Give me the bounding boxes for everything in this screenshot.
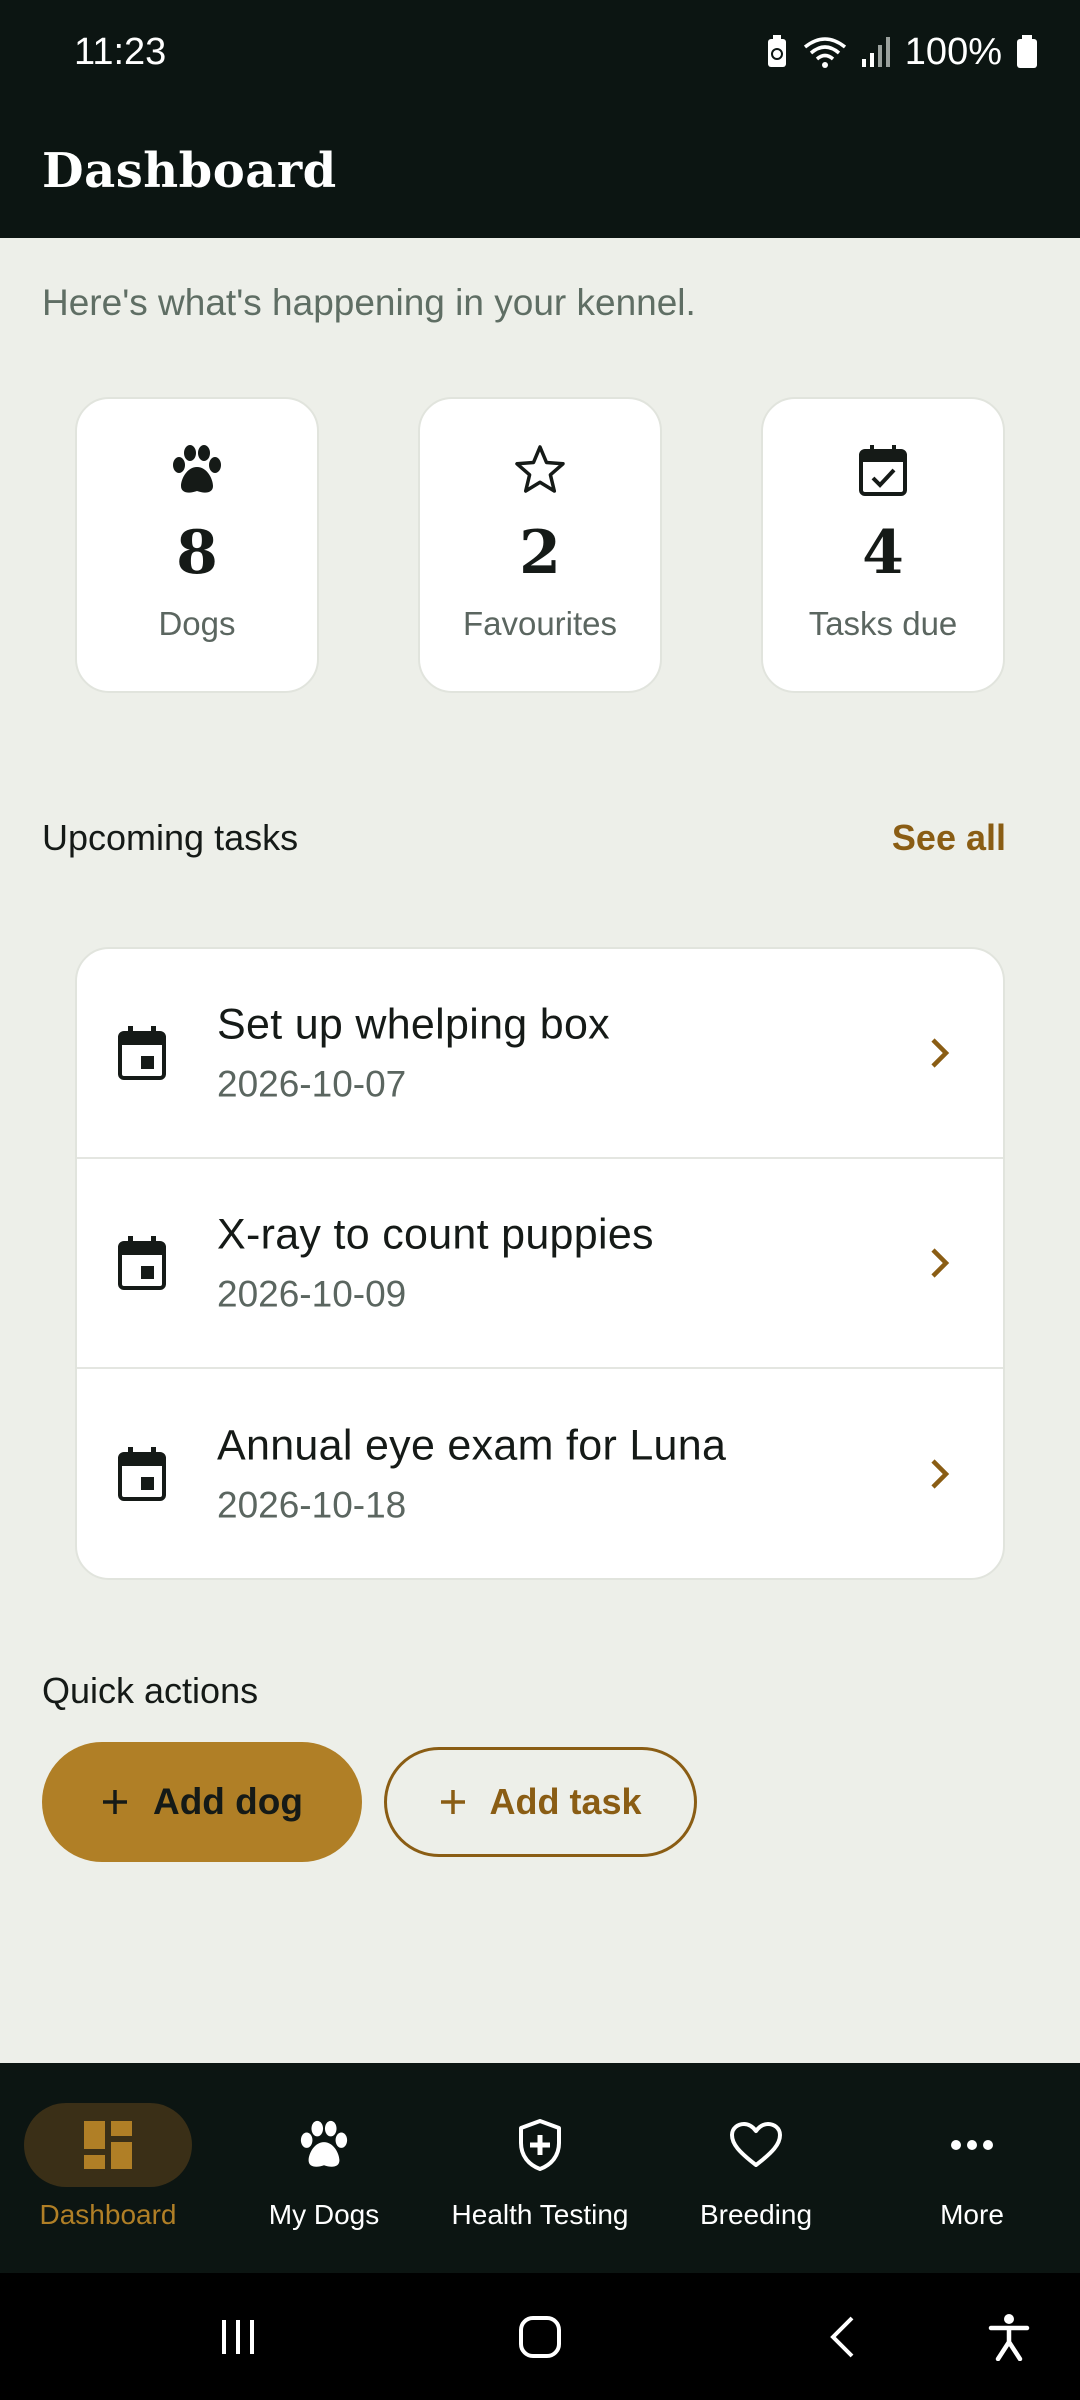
nav-item-breeding[interactable]: Breeding bbox=[648, 2063, 864, 2273]
task-item[interactable]: Annual eye exam for Luna 2026-10-18 bbox=[77, 1369, 1003, 1578]
signal-icon bbox=[861, 37, 890, 67]
nav-label: My Dogs bbox=[268, 2199, 380, 2230]
heart-icon bbox=[730, 2122, 782, 2167]
stat-label: Favourites bbox=[462, 605, 618, 642]
quick-actions: Add dog Add task bbox=[42, 1742, 697, 1862]
task-item[interactable]: X-ray to count puppies 2026-10-09 bbox=[77, 1159, 1003, 1369]
wifi-icon bbox=[803, 37, 846, 68]
add-dog-label: Add dog bbox=[152, 1781, 303, 1822]
page-title: Dashboard bbox=[42, 143, 337, 199]
add-task-label: Add task bbox=[489, 1781, 642, 1822]
add-dog-button[interactable]: Add dog bbox=[42, 1742, 362, 1862]
battery-percent: 100% bbox=[904, 30, 1002, 73]
stat-card-tasks-due[interactable]: 4 Tasks due bbox=[761, 397, 1005, 693]
add-task-button[interactable]: Add task bbox=[384, 1747, 697, 1857]
stat-label: Dogs bbox=[158, 605, 236, 642]
task-date: 2026-10-09 bbox=[217, 1273, 407, 1315]
shield-plus-icon bbox=[519, 2119, 561, 2171]
nav-label: More bbox=[940, 2199, 1004, 2230]
task-date: 2026-10-18 bbox=[217, 1484, 407, 1526]
stat-value: 4 bbox=[862, 518, 904, 588]
task-list: Set up whelping box 2026-10-07 X-ray to … bbox=[75, 947, 1005, 1580]
status-bar: 11:23 100% bbox=[0, 0, 1080, 104]
bottom-nav: Dashboard My Dogs Health Testing Breedin… bbox=[0, 2063, 1080, 2273]
calendar-event-icon bbox=[118, 1026, 166, 1080]
task-item[interactable]: Set up whelping box 2026-10-07 bbox=[77, 949, 1003, 1159]
nav-item-more[interactable]: More bbox=[864, 2063, 1080, 2273]
chevron-right-icon bbox=[931, 1248, 950, 1278]
system-nav-bar bbox=[0, 2273, 1080, 2400]
accessibility-icon[interactable] bbox=[988, 2313, 1030, 2361]
app-bar: Dashboard bbox=[0, 104, 1080, 238]
status-time: 11:23 bbox=[74, 30, 167, 73]
see-all-link[interactable]: See all bbox=[892, 817, 1006, 859]
section-title-upcoming: Upcoming tasks bbox=[42, 817, 299, 858]
calendar-event-icon bbox=[118, 1236, 166, 1290]
home-icon[interactable] bbox=[518, 2315, 562, 2359]
nav-label: Dashboard bbox=[39, 2199, 177, 2230]
task-date: 2026-10-07 bbox=[217, 1063, 407, 1105]
upcoming-tasks-header: Upcoming tasks See all bbox=[42, 817, 1006, 859]
task-title: X-ray to count puppies bbox=[217, 1210, 654, 1259]
stat-label: Tasks due bbox=[808, 605, 958, 642]
calendar-check-icon bbox=[859, 445, 907, 496]
task-title: Annual eye exam for Luna bbox=[217, 1421, 727, 1470]
calendar-event-icon bbox=[118, 1447, 166, 1501]
back-icon[interactable] bbox=[828, 2315, 856, 2359]
nav-label: Breeding bbox=[699, 2199, 813, 2230]
battery-saver-icon bbox=[767, 35, 786, 67]
stat-card-dogs[interactable]: 8 Dogs bbox=[75, 397, 319, 693]
dashboard-icon bbox=[84, 2121, 132, 2169]
stat-card-favourites[interactable]: 2 Favourites bbox=[418, 397, 662, 693]
page-subtitle: Here's what's happening in your kennel. bbox=[42, 282, 696, 323]
stat-value: 2 bbox=[519, 518, 561, 588]
recent-apps-icon[interactable] bbox=[218, 2317, 258, 2357]
stats-row: 8 Dogs 2 Favourites 4 Tasks due bbox=[75, 397, 1005, 693]
paw-icon bbox=[173, 445, 221, 493]
nav-item-health-testing[interactable]: Health Testing bbox=[432, 2063, 648, 2273]
more-dots-icon bbox=[951, 2140, 993, 2150]
stat-value: 8 bbox=[176, 518, 218, 588]
nav-item-dashboard[interactable]: Dashboard bbox=[0, 2063, 216, 2273]
plus-icon bbox=[102, 1790, 127, 1814]
star-icon bbox=[515, 445, 565, 493]
plus-icon bbox=[441, 1790, 466, 1814]
section-title-quick-actions: Quick actions bbox=[42, 1670, 259, 1711]
nav-item-my-dogs[interactable]: My Dogs bbox=[216, 2063, 432, 2273]
paw-icon bbox=[300, 2120, 348, 2167]
battery-icon bbox=[1017, 35, 1037, 68]
nav-label: Health Testing bbox=[451, 2199, 629, 2230]
status-icons: 100% bbox=[765, 31, 1038, 74]
task-title: Set up whelping box bbox=[217, 1000, 610, 1049]
chevron-right-icon bbox=[931, 1459, 950, 1489]
chevron-right-icon bbox=[931, 1038, 950, 1068]
